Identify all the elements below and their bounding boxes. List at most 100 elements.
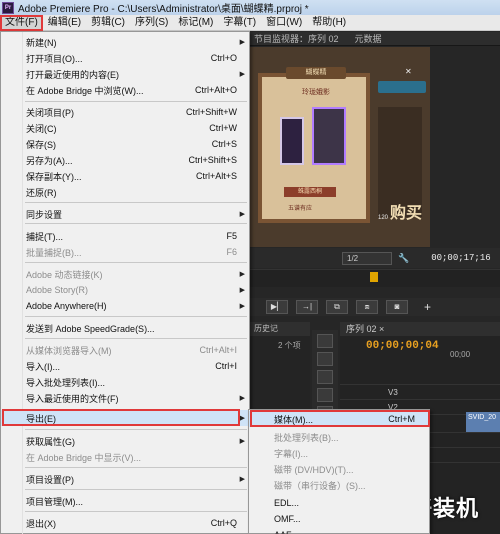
monitor-scrubber[interactable] xyxy=(250,269,500,287)
file-menu-item-1[interactable]: 打开项目(O)... Ctrl+O xyxy=(1,50,249,66)
file-menu-item-20[interactable]: 导入最近使用的文件(F) ▶ xyxy=(1,390,249,406)
menu-separator xyxy=(25,202,247,203)
tab-sequence[interactable]: 序列 02 × xyxy=(340,322,500,336)
file-menu-item-19[interactable]: 导入批处理列表(I)... xyxy=(1,374,249,390)
export-submenu-item-6[interactable]: OMF... xyxy=(249,511,429,527)
video-subtitle-2: 五谱有应 xyxy=(288,206,313,212)
file-menu-item-15[interactable]: Adobe Anywhere(H) ▶ xyxy=(1,298,249,314)
menu-separator xyxy=(25,101,247,102)
export-submenu-item-1[interactable]: 批处理列表(B)... xyxy=(249,429,429,445)
selection-tool-icon[interactable] xyxy=(317,334,333,348)
file-menu-item-22[interactable]: 获取属性(G) ▶ xyxy=(1,433,249,449)
file-menu-item-16[interactable]: 发送到 Adobe SpeedGrade(S)... xyxy=(1,320,249,336)
timeline-clip[interactable]: SVID_20 xyxy=(466,412,500,432)
file-menu-item-6[interactable]: 保存(S) Ctrl+S xyxy=(1,136,249,152)
file-menu-item-4[interactable]: 关闭项目(P) Ctrl+Shift+W xyxy=(1,104,249,120)
track-select-tool-icon[interactable] xyxy=(317,352,333,366)
file-menu-item-7[interactable]: 另存为(A)... Ctrl+Shift+S xyxy=(1,152,249,168)
export-submenu-item-3[interactable]: 磁带 (DV/HDV)(T)... xyxy=(249,461,429,477)
menu-item-label: 项目设置(P) xyxy=(26,474,74,485)
file-menu-item-3[interactable]: 在 Adobe Bridge 中浏览(W)... Ctrl+Alt+O xyxy=(1,82,249,98)
file-menu-item-12[interactable]: 批量捕捉(B)... F6 xyxy=(1,244,249,260)
file-menu-item-25[interactable]: 项目管理(M)... xyxy=(1,493,249,509)
menu-item-label: 在 Adobe Bridge 中浏览(W)... xyxy=(26,85,144,96)
menu-item-shortcut: Ctrl+I xyxy=(215,361,237,371)
menubar-item-7[interactable]: 帮助(H) xyxy=(307,15,351,31)
step-forward-icon[interactable]: →| xyxy=(296,300,318,314)
file-menu-item-18[interactable]: 导入(I)... Ctrl+I xyxy=(1,358,249,374)
menu-item-label: 批处理列表(B)... xyxy=(274,432,339,443)
menu-item-shortcut: Ctrl+Shift+W xyxy=(185,107,237,117)
file-menu-item-11[interactable]: 捕捉(T)... F5 xyxy=(1,228,249,244)
menubar-item-5[interactable]: 字幕(T) xyxy=(218,15,261,31)
overwrite-icon[interactable]: ⧈ xyxy=(356,300,378,314)
menu-item-shortcut: Ctrl+W xyxy=(209,123,237,133)
menubar-item-0[interactable]: 文件(F) xyxy=(0,14,43,31)
add-button-icon[interactable]: + xyxy=(424,300,431,314)
history-panel-tab[interactable]: 历史记 xyxy=(250,322,310,336)
file-menu-item-8[interactable]: 保存副本(Y)... Ctrl+Alt+S xyxy=(1,168,249,184)
menu-item-label: 打开最近使用的内容(E) xyxy=(26,69,119,80)
wrench-icon[interactable]: 🔧 xyxy=(398,253,409,264)
menu-bar: 文件(F) 编辑(E) 剪辑(C) 序列(S) 标记(M) 字幕(T) 窗口(W) 帮助(H) xyxy=(0,14,500,31)
timeline-timecode[interactable]: 00;00;00;04 xyxy=(340,336,500,352)
ripple-edit-tool-icon[interactable] xyxy=(317,370,333,384)
menu-item-label: 导入最近使用的文件(F) xyxy=(26,393,119,404)
menubar-item-2[interactable]: 剪辑(C) xyxy=(86,15,130,31)
export-submenu-item-4[interactable]: 磁带（串行设备）(S)... xyxy=(249,477,429,493)
tab-program-monitor[interactable]: 节目监视器：序列 02 xyxy=(254,32,339,45)
file-menu-item-5[interactable]: 关闭(C) Ctrl+W xyxy=(1,120,249,136)
program-monitor-tabs: 节目监视器：序列 02 元数据 xyxy=(250,32,500,46)
insert-icon[interactable]: ⧉ xyxy=(326,300,348,314)
file-menu-item-10[interactable]: 同步设置 ▶ xyxy=(1,206,249,222)
menu-item-shortcut: F5 xyxy=(226,231,237,241)
menu-item-label: 发送到 Adobe SpeedGrade(S)... xyxy=(26,323,155,334)
file-menu-item-23[interactable]: 在 Adobe Bridge 中显示(V)... xyxy=(1,449,249,465)
camera-icon[interactable]: ◙ xyxy=(386,300,408,314)
menu-separator xyxy=(25,338,247,339)
export-submenu-item-7[interactable]: AAF... xyxy=(249,527,429,534)
menu-item-shortcut: Ctrl+O xyxy=(210,53,237,63)
menu-item-shortcut: Ctrl+S xyxy=(211,139,237,149)
video-cost: 120 xyxy=(378,215,389,221)
zoom-select[interactable]: 1/2 xyxy=(342,251,392,265)
tab-metadata[interactable]: 元数据 xyxy=(355,32,382,45)
menu-item-label: 保存(S) xyxy=(26,139,56,150)
video-card-left xyxy=(280,117,304,165)
file-menu-item-2[interactable]: 打开最近使用的内容(E) ▶ xyxy=(1,66,249,82)
window-title: Adobe Premiere Pro - C:\Users\Administra… xyxy=(18,4,309,15)
menubar-item-4[interactable]: 标记(M) xyxy=(173,15,218,31)
file-menu-item-24[interactable]: 项目设置(P) ▶ xyxy=(1,471,249,487)
menu-separator xyxy=(25,223,247,224)
rolling-edit-tool-icon[interactable] xyxy=(317,388,333,402)
file-menu-item-14[interactable]: Adobe Story(R) ▶ xyxy=(1,282,249,298)
video-caption: 玲珑娥影 xyxy=(302,89,330,96)
export-submenu-item-5[interactable]: EDL... xyxy=(249,495,429,511)
menu-item-label: Adobe Anywhere(H) xyxy=(26,301,107,311)
menu-separator xyxy=(25,262,247,263)
submenu-arrow-icon: ▶ xyxy=(239,415,245,422)
file-menu-item-0[interactable]: 新建(N) ▶ xyxy=(1,34,249,50)
submenu-arrow-icon: ▶ xyxy=(239,476,245,483)
file-menu-item-13[interactable]: Adobe 动态链接(K) ▶ xyxy=(1,266,249,282)
play-icon[interactable]: ▶▏ xyxy=(266,300,288,314)
playhead-icon[interactable] xyxy=(370,272,378,282)
submenu-arrow-icon: ▶ xyxy=(239,71,245,78)
menu-item-label: 退出(X) xyxy=(26,518,56,529)
menu-item-label: 在 Adobe Bridge 中显示(V)... xyxy=(26,452,142,463)
menubar-item-1[interactable]: 编辑(E) xyxy=(43,15,86,31)
menubar-item-6[interactable]: 窗口(W) xyxy=(261,15,307,31)
file-menu-item-26[interactable]: 退出(X) Ctrl+Q xyxy=(1,515,249,531)
submenu-arrow-icon: ▶ xyxy=(239,395,245,402)
export-submenu-item-2[interactable]: 字幕(I)... xyxy=(249,445,429,461)
menu-item-label: OMF... xyxy=(274,514,301,524)
menu-item-label: AAF... xyxy=(274,530,298,534)
submenu-arrow-icon: ▶ xyxy=(239,271,245,278)
file-menu-item-17[interactable]: 从媒体浏览器导入(M) Ctrl+Alt+I xyxy=(1,342,249,358)
video-tag xyxy=(378,81,426,93)
file-menu-item-9[interactable]: 还原(R) xyxy=(1,184,249,200)
timeline-ruler: 00;00 xyxy=(450,350,471,359)
submenu-arrow-icon: ▶ xyxy=(239,39,245,46)
track-v3[interactable]: V3 xyxy=(340,384,500,399)
menubar-item-3[interactable]: 序列(S) xyxy=(130,15,173,31)
